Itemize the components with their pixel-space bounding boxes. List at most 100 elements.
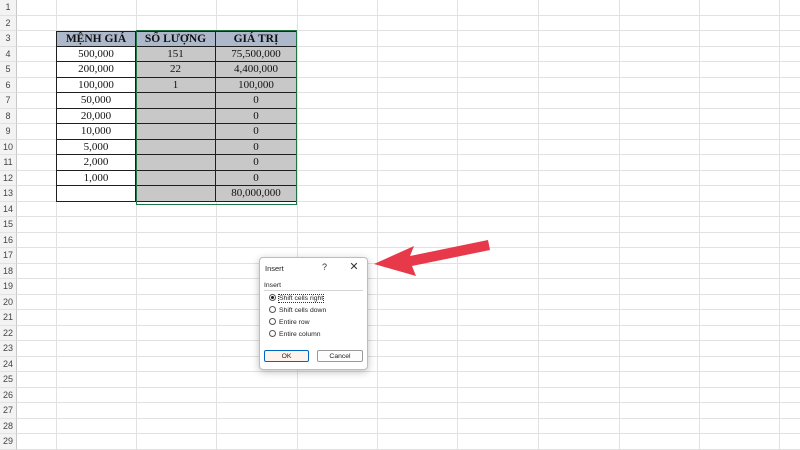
option-label: Shift cells down (279, 307, 327, 314)
grid-column-line (538, 0, 539, 450)
grid-column-line (699, 0, 700, 450)
table-cell[interactable]: 151 (136, 46, 216, 62)
insert-group-label: Insert (264, 282, 281, 289)
table-cell[interactable]: 1,000 (56, 170, 136, 186)
grid-row-line (17, 448, 800, 450)
table-cell[interactable] (136, 155, 216, 171)
grid-column-line (377, 0, 378, 450)
row-header[interactable]: 1 (0, 0, 17, 16)
table-cell[interactable]: 2,000 (56, 155, 136, 171)
table-cell[interactable] (56, 186, 136, 202)
row-header[interactable]: 19 (0, 279, 17, 295)
table-cell[interactable]: 10,000 (56, 124, 136, 140)
option-label: Entire row (279, 319, 310, 326)
row-header[interactable]: 18 (0, 263, 17, 279)
option-shift-cells-right[interactable]: Shift cells right (269, 293, 325, 304)
row-header[interactable]: 28 (0, 418, 17, 434)
grid-row-line (17, 340, 800, 341)
table-cell[interactable]: 0 (216, 108, 297, 124)
table-cell[interactable]: 75,500,000 (216, 46, 297, 62)
row-header[interactable]: 15 (0, 217, 17, 233)
help-icon[interactable]: ? (322, 262, 327, 272)
row-header[interactable]: 21 (0, 310, 17, 326)
grid-row-line (17, 216, 800, 217)
spreadsheet-grid[interactable]: 1 2 3 4 5 6 7 8 9 10 11 12 13 14 15 16 17 18 19 20 21 22 23 24 2… (0, 0, 800, 450)
arrow-shape (374, 240, 490, 276)
row-header[interactable]: 4 (0, 46, 17, 62)
row-header[interactable]: 24 (0, 356, 17, 372)
table-cell[interactable] (136, 186, 216, 202)
row-header[interactable]: 14 (0, 201, 17, 217)
grid-column-line (619, 0, 620, 450)
row-header[interactable]: 29 (0, 434, 17, 450)
table-cell[interactable] (136, 139, 216, 155)
row-header[interactable]: 17 (0, 248, 17, 264)
grid-row-line (17, 355, 800, 357)
grid-row-line (17, 433, 800, 434)
table-cell[interactable]: 22 (136, 62, 216, 78)
table-cell[interactable]: 100,000 (56, 77, 136, 93)
grid-row-line (17, 324, 800, 326)
grid-row-line (17, 14, 800, 16)
table-cell[interactable] (136, 124, 216, 140)
radio-shift-cells-down[interactable] (269, 305, 276, 313)
row-header[interactable]: 8 (0, 108, 17, 124)
row-header[interactable]: 16 (0, 232, 17, 248)
row-header[interactable]: 2 (0, 15, 17, 31)
table-cell[interactable]: 50,000 (56, 93, 136, 109)
row-header[interactable]: 26 (0, 387, 17, 403)
option-shift-cells-down[interactable]: Shift cells down (269, 305, 327, 316)
grid-row-line (17, 371, 800, 372)
table-cell[interactable]: 1 (136, 77, 216, 93)
row-header[interactable]: 25 (0, 372, 17, 388)
insert-dialog: Insert ? ✕ Insert Shift cells right Shif… (259, 257, 368, 370)
option-entire-column[interactable]: Entire column (269, 329, 321, 340)
table-cell[interactable]: 4,400,000 (216, 62, 297, 78)
table-cell[interactable]: 20,000 (56, 108, 136, 124)
table-header-cell[interactable]: GIÁ TRỊ (216, 31, 297, 47)
radio-entire-column[interactable] (269, 329, 276, 337)
row-header[interactable]: 5 (0, 62, 17, 78)
row-header[interactable]: 6 (0, 77, 17, 93)
group-divider (264, 290, 363, 291)
ok-button[interactable]: OK (264, 350, 309, 362)
cancel-button[interactable]: Cancel (317, 350, 363, 362)
table-cell[interactable]: 100,000 (216, 77, 297, 93)
dialog-title: Insert (265, 264, 284, 273)
row-header[interactable]: 10 (0, 139, 17, 155)
row-header[interactable]: 9 (0, 124, 17, 140)
table-cell[interactable]: 0 (216, 124, 297, 140)
table-cell[interactable] (136, 170, 216, 186)
table-cell[interactable]: 80,000,000 (216, 186, 297, 202)
option-label: Shift cells right (277, 294, 325, 303)
grid-column-line (297, 0, 298, 450)
grid-column-line (457, 0, 458, 450)
table-cell[interactable]: 5,000 (56, 139, 136, 155)
table-cell[interactable]: 500,000 (56, 46, 136, 62)
option-label: Entire column (279, 331, 321, 338)
row-header[interactable]: 7 (0, 93, 17, 109)
close-icon[interactable]: ✕ (346, 259, 362, 275)
table-header-cell[interactable]: SỐ LƯỢNG (136, 31, 216, 47)
table-header-cell[interactable]: MỆNH GIÁ (56, 31, 136, 47)
row-header[interactable]: 23 (0, 341, 17, 357)
radio-shift-cells-right[interactable] (269, 293, 276, 301)
table-cell[interactable]: 200,000 (56, 62, 136, 78)
grid-row-line (17, 293, 800, 295)
row-header[interactable]: 3 (0, 31, 17, 47)
table-cell[interactable]: 0 (216, 93, 297, 109)
row-header[interactable]: 22 (0, 325, 17, 341)
table-cell[interactable] (136, 108, 216, 124)
grid-row-line (17, 402, 800, 403)
row-header[interactable]: 12 (0, 170, 17, 186)
option-entire-row[interactable]: Entire row (269, 317, 310, 328)
radio-entire-row[interactable] (269, 317, 276, 325)
table-cell[interactable]: 0 (216, 139, 297, 155)
table-cell[interactable] (136, 93, 216, 109)
row-header[interactable]: 20 (0, 294, 17, 310)
table-cell[interactable]: 0 (216, 170, 297, 186)
table-cell[interactable]: 0 (216, 155, 297, 171)
row-header[interactable]: 11 (0, 155, 17, 171)
row-header[interactable]: 13 (0, 186, 17, 202)
row-header[interactable]: 27 (0, 403, 17, 419)
